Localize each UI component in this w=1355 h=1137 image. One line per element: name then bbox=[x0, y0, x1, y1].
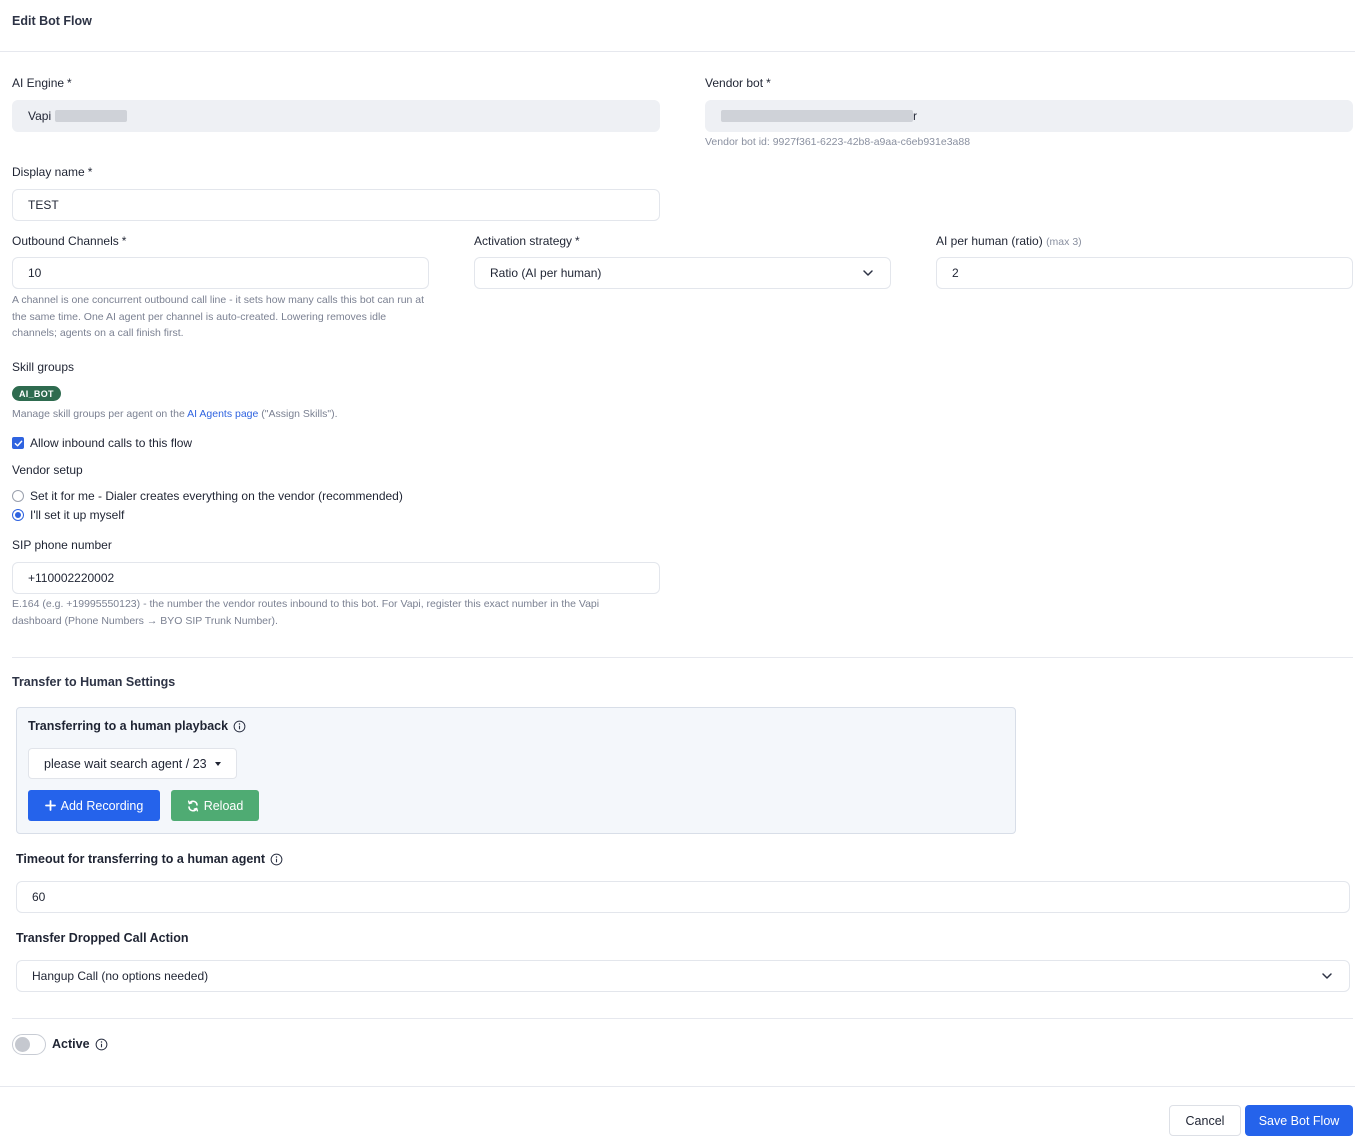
redacted-text bbox=[55, 110, 128, 122]
redacted-text bbox=[721, 110, 913, 122]
ai-per-human-value: 2 bbox=[952, 266, 959, 280]
add-recording-button[interactable]: Add Recording bbox=[28, 790, 160, 821]
skill-groups-label: Skill groups bbox=[12, 360, 75, 374]
info-icon[interactable] bbox=[95, 1038, 108, 1051]
vendor-setup-radio-auto[interactable] bbox=[12, 490, 24, 502]
outbound-channels-help: A channel is one concurrent outbound cal… bbox=[12, 294, 425, 339]
ai-engine-value: Vapi bbox=[28, 109, 52, 123]
ai-per-human-label: AI per human (ratio) (max 3) bbox=[936, 234, 1082, 248]
playback-title: Transferring to a human playback bbox=[28, 719, 246, 733]
info-icon[interactable] bbox=[270, 853, 283, 866]
vendor-bot-value: r bbox=[913, 109, 917, 123]
activation-strategy-label: Activation strategy * bbox=[474, 234, 580, 248]
activation-strategy-value: Ratio (AI per human) bbox=[490, 266, 602, 280]
sip-phone-input[interactable]: +110002220002 bbox=[12, 562, 660, 594]
vendor-setup-radio-manual[interactable] bbox=[12, 509, 24, 521]
vendor-bot-id: Vendor bot id: 9927f361-6223-42b8-a9aa-c… bbox=[705, 136, 971, 148]
ai-agents-page-link[interactable]: AI Agents page bbox=[187, 408, 258, 420]
vendor-setup-option-auto[interactable]: Set it for me - Dialer creates everythin… bbox=[30, 489, 403, 503]
dropped-call-select[interactable]: Hangup Call (no options needed) bbox=[16, 960, 1350, 992]
modal-title: Edit Bot Flow bbox=[12, 14, 92, 28]
vendor-setup-option-manual[interactable]: I'll set it up myself bbox=[30, 508, 124, 522]
dropped-call-value: Hangup Call (no options needed) bbox=[32, 969, 209, 983]
display-name-value: TEST bbox=[28, 198, 59, 212]
timeout-input[interactable]: 60 bbox=[16, 881, 1350, 913]
checkmark-icon bbox=[14, 440, 22, 446]
ai-per-human-input[interactable]: 2 bbox=[936, 257, 1353, 289]
skill-groups-help: Manage skill groups per agent on the AI … bbox=[12, 408, 338, 420]
footer-divider bbox=[0, 1086, 1355, 1087]
outbound-channels-label: Outbound Channels * bbox=[12, 234, 127, 248]
plus-icon bbox=[44, 800, 56, 811]
vendor-bot-label: Vendor bot * bbox=[705, 76, 771, 90]
allow-inbound-label[interactable]: Allow inbound calls to this flow bbox=[30, 436, 192, 450]
playback-card: Transferring to a human playback please … bbox=[16, 707, 1016, 834]
dropped-call-label: Transfer Dropped Call Action bbox=[16, 931, 189, 945]
timeout-label: Timeout for transferring to a human agen… bbox=[16, 852, 283, 866]
sip-phone-help: E.164 (e.g. +19995550123) - the number t… bbox=[12, 598, 600, 627]
section-divider bbox=[12, 657, 1353, 658]
ai-engine-field[interactable]: Vapi bbox=[12, 100, 660, 132]
playback-value: please wait search agent / 23 bbox=[44, 756, 207, 771]
chevron-down-icon bbox=[1322, 973, 1332, 979]
ai-per-human-hint: (max 3) bbox=[1046, 236, 1082, 248]
display-name-label: Display name * bbox=[12, 165, 93, 179]
activation-strategy-select[interactable]: Ratio (AI per human) bbox=[474, 257, 891, 289]
allow-inbound-checkbox[interactable] bbox=[12, 437, 24, 449]
add-recording-label: Add Recording bbox=[60, 798, 144, 813]
ai-engine-label: AI Engine * bbox=[12, 76, 72, 90]
playback-dropdown[interactable]: please wait search agent / 23 bbox=[28, 748, 237, 779]
skill-group-badge: AI_BOT bbox=[12, 386, 61, 401]
info-icon[interactable] bbox=[233, 720, 246, 733]
outbound-channels-value: 10 bbox=[28, 266, 42, 280]
header-divider bbox=[0, 51, 1355, 52]
outbound-channels-input[interactable]: 10 bbox=[12, 257, 429, 289]
save-bot-flow-button[interactable]: Save Bot Flow bbox=[1245, 1105, 1353, 1136]
sip-phone-value: +110002220002 bbox=[28, 571, 115, 585]
display-name-input[interactable]: TEST bbox=[12, 189, 660, 221]
sip-phone-label: SIP phone number bbox=[12, 538, 112, 552]
active-toggle[interactable] bbox=[12, 1034, 46, 1055]
reload-label: Reload bbox=[203, 798, 244, 813]
refresh-icon bbox=[187, 800, 198, 811]
chevron-down-icon bbox=[863, 270, 873, 276]
cancel-button[interactable]: Cancel bbox=[1169, 1105, 1241, 1136]
vendor-setup-label: Vendor setup bbox=[12, 463, 83, 477]
transfer-section-title: Transfer to Human Settings bbox=[12, 675, 176, 689]
section-divider bbox=[12, 1018, 1353, 1019]
caret-down-icon bbox=[214, 761, 221, 766]
timeout-value: 60 bbox=[32, 890, 46, 904]
reload-button[interactable]: Reload bbox=[171, 790, 259, 821]
active-label: Active bbox=[52, 1037, 108, 1051]
vendor-bot-field[interactable]: r bbox=[705, 100, 1353, 132]
